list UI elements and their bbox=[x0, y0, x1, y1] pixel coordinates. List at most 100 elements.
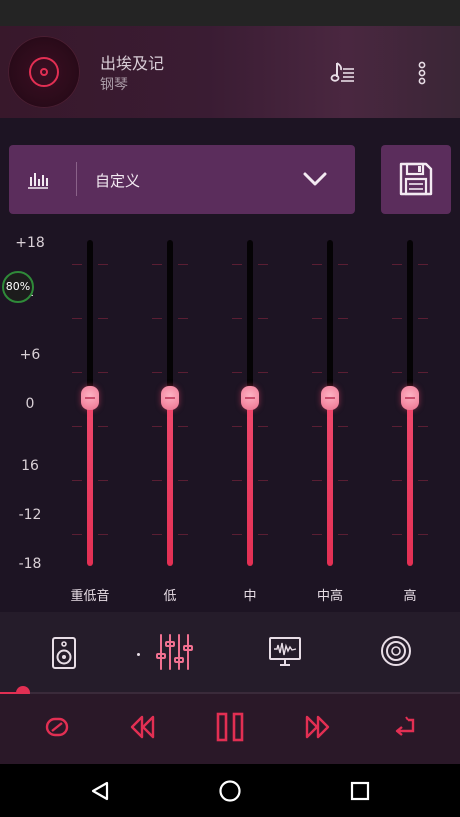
previous-icon[interactable] bbox=[128, 714, 156, 740]
preset-selected-label: 自定义 bbox=[95, 172, 141, 190]
scale-tick bbox=[418, 426, 428, 427]
speaker-icon[interactable] bbox=[51, 636, 77, 670]
db-label: 0 bbox=[25, 396, 35, 412]
scale-tick bbox=[258, 426, 268, 427]
scale-tick bbox=[418, 264, 428, 265]
scale-tick bbox=[232, 372, 242, 373]
scale-tick bbox=[338, 534, 348, 535]
surround-icon[interactable] bbox=[380, 635, 412, 667]
save-preset-button[interactable] bbox=[381, 145, 451, 214]
scale-tick bbox=[232, 426, 242, 427]
scale-tick bbox=[418, 534, 428, 535]
band-slider-fill bbox=[327, 398, 333, 566]
band-label: 低 bbox=[163, 589, 177, 604]
scale-tick bbox=[98, 372, 108, 373]
db-label: -18 bbox=[18, 556, 42, 572]
scale-tick bbox=[392, 534, 402, 535]
scale-tick bbox=[392, 480, 402, 481]
scale-tick bbox=[98, 264, 108, 265]
scale-tick bbox=[312, 318, 322, 319]
band-label: 中高 bbox=[316, 589, 343, 604]
scale-tick bbox=[418, 372, 428, 373]
scale-tick bbox=[392, 372, 402, 373]
floating-badge[interactable]: 80% bbox=[2, 271, 34, 303]
scale-tick bbox=[312, 534, 322, 535]
scale-tick bbox=[98, 534, 108, 535]
scale-tick bbox=[72, 480, 82, 481]
scale-tick bbox=[72, 426, 82, 427]
save-icon bbox=[399, 162, 433, 196]
scale-tick bbox=[178, 480, 188, 481]
db-label: +18 bbox=[15, 235, 45, 251]
scale-tick bbox=[98, 480, 108, 481]
equalizer-icon[interactable] bbox=[155, 632, 193, 672]
playback-controls bbox=[0, 694, 460, 764]
album-art[interactable] bbox=[8, 36, 80, 108]
scale-tick bbox=[178, 372, 188, 373]
disc-center-icon bbox=[40, 68, 48, 76]
scale-tick bbox=[312, 426, 322, 427]
scale-tick bbox=[258, 264, 268, 265]
scale-tick bbox=[152, 318, 162, 319]
scale-tick bbox=[178, 318, 188, 319]
song-title: 出埃及记 bbox=[100, 54, 165, 73]
divider bbox=[76, 162, 77, 196]
scale-tick bbox=[178, 426, 188, 427]
visualizer-icon[interactable] bbox=[268, 636, 302, 668]
repeat-icon[interactable] bbox=[392, 714, 418, 740]
scale-tick bbox=[232, 534, 242, 535]
scale-tick bbox=[72, 372, 82, 373]
band-slider-fill bbox=[407, 398, 413, 566]
band-slider-thumb[interactable] bbox=[241, 386, 259, 410]
scale-tick bbox=[178, 264, 188, 265]
scale-tick bbox=[258, 480, 268, 481]
scale-tick bbox=[312, 264, 322, 265]
db-label: 16 bbox=[21, 458, 39, 474]
scale-tick bbox=[98, 318, 108, 319]
effects-tab-bar bbox=[0, 612, 460, 692]
next-icon[interactable] bbox=[304, 714, 332, 740]
more-options-icon[interactable] bbox=[414, 60, 430, 86]
scale-tick bbox=[152, 426, 162, 427]
pause-icon[interactable] bbox=[215, 711, 245, 743]
back-icon[interactable] bbox=[89, 780, 111, 802]
scale-tick bbox=[312, 372, 322, 373]
band-slider-fill bbox=[167, 398, 173, 566]
chevron-down-icon bbox=[303, 172, 327, 186]
band-slider-thumb[interactable] bbox=[321, 386, 339, 410]
band-slider-thumb[interactable] bbox=[401, 386, 419, 410]
scale-tick bbox=[338, 372, 348, 373]
scale-tick bbox=[152, 372, 162, 373]
band-slider-fill bbox=[247, 398, 253, 566]
scale-tick bbox=[338, 480, 348, 481]
band-label: 重低音 bbox=[70, 589, 110, 604]
scale-tick bbox=[312, 480, 322, 481]
system-nav-bar bbox=[0, 764, 460, 817]
scale-tick bbox=[232, 480, 242, 481]
band-label: 中 bbox=[243, 589, 257, 604]
scale-tick bbox=[258, 318, 268, 319]
scale-tick bbox=[152, 480, 162, 481]
scale-tick bbox=[152, 264, 162, 265]
scale-tick bbox=[338, 426, 348, 427]
home-icon[interactable] bbox=[218, 779, 242, 803]
scale-tick bbox=[418, 480, 428, 481]
scale-tick bbox=[178, 534, 188, 535]
scale-tick bbox=[338, 264, 348, 265]
scale-tick bbox=[338, 318, 348, 319]
recents-icon[interactable] bbox=[349, 780, 371, 802]
shuffle-icon[interactable] bbox=[44, 714, 70, 740]
band-slider-thumb[interactable] bbox=[81, 386, 99, 410]
scale-tick bbox=[392, 318, 402, 319]
scale-tick bbox=[98, 426, 108, 427]
band-slider-thumb[interactable] bbox=[161, 386, 179, 410]
db-label: +6 bbox=[19, 347, 41, 363]
scale-tick bbox=[418, 318, 428, 319]
song-artist: 钢琴 bbox=[100, 77, 128, 93]
scale-tick bbox=[392, 264, 402, 265]
scale-tick bbox=[232, 318, 242, 319]
playlist-music-icon[interactable] bbox=[330, 60, 356, 86]
scale-tick bbox=[258, 372, 268, 373]
preset-dropdown[interactable]: 自定义 bbox=[9, 145, 355, 214]
scale-tick bbox=[72, 264, 82, 265]
